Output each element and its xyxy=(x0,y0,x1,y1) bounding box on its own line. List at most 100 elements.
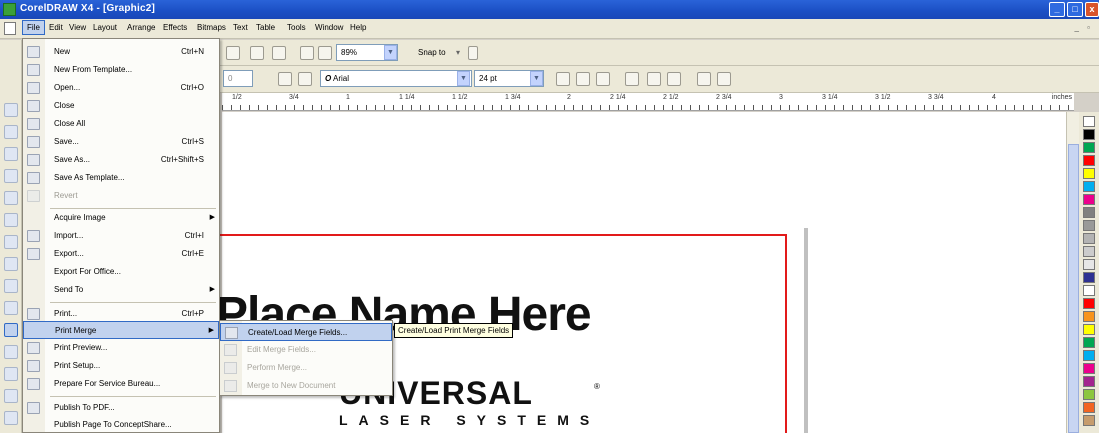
freehand-tool-icon[interactable] xyxy=(4,191,18,205)
text-direction-icon[interactable] xyxy=(717,72,731,86)
menu-item-save-as[interactable]: Save As... Ctrl+Shift+S xyxy=(23,151,219,169)
zoom-tool-icon[interactable] xyxy=(4,169,18,183)
menu-item-prepare-service-bureau[interactable]: Prepare For Service Bureau... xyxy=(23,375,219,393)
maximize-button[interactable]: □ xyxy=(1067,2,1083,17)
laser-systems-logo-text[interactable]: LASER SYSTEMS xyxy=(339,412,600,428)
color-swatch[interactable] xyxy=(1083,246,1095,257)
color-swatch[interactable] xyxy=(1083,311,1095,322)
color-swatch[interactable] xyxy=(1083,181,1095,192)
bullet-list-icon[interactable] xyxy=(647,72,661,86)
menu-item-import[interactable]: Import... Ctrl+I xyxy=(23,227,219,245)
menu-item-print-setup[interactable]: Print Setup... xyxy=(23,357,219,375)
options-icon[interactable] xyxy=(468,46,478,60)
menu-item-send-to[interactable]: Send To ▶ xyxy=(23,281,219,299)
vertical-mirror-icon[interactable] xyxy=(298,72,312,86)
document-icon[interactable] xyxy=(4,22,16,35)
menu-edit[interactable]: Edit xyxy=(49,23,63,32)
menu-item-export-for-office[interactable]: Export For Office... xyxy=(23,263,219,281)
menu-item-publish-conceptshare[interactable]: Publish Page To ConceptShare... xyxy=(23,416,219,433)
color-swatch[interactable] xyxy=(1083,376,1095,387)
menu-view[interactable]: View xyxy=(69,23,86,32)
color-swatch[interactable] xyxy=(1083,233,1095,244)
text-tool-icon[interactable] xyxy=(4,323,18,337)
color-swatch[interactable] xyxy=(1083,142,1095,153)
alignment-icon[interactable] xyxy=(625,72,639,86)
menu-item-new[interactable]: New Ctrl+N xyxy=(23,43,219,61)
ellipse-tool-icon[interactable] xyxy=(4,257,18,271)
application-launcher-icon[interactable] xyxy=(272,46,286,60)
table-tool-icon[interactable] xyxy=(4,345,18,359)
edit-text-icon[interactable] xyxy=(697,72,711,86)
menu-item-print-merge[interactable]: Print Merge ▶ xyxy=(23,321,219,339)
shape-tool-icon[interactable] xyxy=(4,125,18,139)
color-swatch[interactable] xyxy=(1083,298,1095,309)
coreldraw-app-icon[interactable] xyxy=(3,3,16,16)
color-swatch[interactable] xyxy=(1083,194,1095,205)
menu-bitmaps[interactable]: Bitmaps xyxy=(197,23,226,32)
font-dropdown-arrow-icon[interactable]: ▼ xyxy=(457,71,470,86)
menu-item-close[interactable]: Close xyxy=(23,97,219,115)
scrollbar-thumb[interactable] xyxy=(1068,144,1079,433)
color-swatch[interactable] xyxy=(1083,415,1095,426)
color-swatch[interactable] xyxy=(1083,129,1095,140)
color-swatch[interactable] xyxy=(1083,363,1095,374)
color-swatch[interactable] xyxy=(1083,116,1095,127)
eyedropper-tool-icon[interactable] xyxy=(4,389,18,403)
menu-item-save-as-template[interactable]: Save As Template... xyxy=(23,169,219,187)
pick-tool-icon[interactable] xyxy=(4,103,18,117)
menu-item-new-from-template[interactable]: New From Template... xyxy=(23,61,219,79)
rectangle-tool-icon[interactable] xyxy=(4,235,18,249)
font-list-field[interactable]: O Arial xyxy=(320,70,472,87)
menu-item-acquire-image[interactable]: Acquire Image ▶ xyxy=(23,209,219,227)
horizontal-mirror-icon[interactable] xyxy=(278,72,292,86)
font-size-dropdown-arrow-icon[interactable]: ▼ xyxy=(530,71,543,86)
color-swatch[interactable] xyxy=(1083,259,1095,270)
drop-cap-icon[interactable] xyxy=(667,72,681,86)
menu-window[interactable]: Window xyxy=(315,23,343,32)
menu-item-print-preview[interactable]: Print Preview... xyxy=(23,339,219,357)
color-swatch[interactable] xyxy=(1083,272,1095,283)
corel-online-icon[interactable] xyxy=(318,46,332,60)
smart-fill-tool-icon[interactable] xyxy=(4,213,18,227)
basic-shapes-tool-icon[interactable] xyxy=(4,301,18,315)
menu-item-open[interactable]: Open... Ctrl+O xyxy=(23,79,219,97)
dimension-tool-icon[interactable] xyxy=(4,367,18,381)
angle-field[interactable]: 0 xyxy=(223,70,253,87)
menu-item-publish-to-pdf[interactable]: Publish To PDF... xyxy=(23,399,219,417)
color-swatch[interactable] xyxy=(1083,220,1095,231)
color-swatch[interactable] xyxy=(1083,168,1095,179)
bold-icon[interactable] xyxy=(556,72,570,86)
document-window-controls[interactable]: _ ▫ xyxy=(1074,23,1093,32)
italic-icon[interactable] xyxy=(576,72,590,86)
menu-item-create-load-merge-fields[interactable]: Create/Load Merge Fields... xyxy=(220,323,392,341)
color-swatch[interactable] xyxy=(1083,389,1095,400)
menu-layout[interactable]: Layout xyxy=(93,23,117,32)
import-icon[interactable] xyxy=(226,46,240,60)
menu-help[interactable]: Help xyxy=(350,23,366,32)
menu-arrange[interactable]: Arrange xyxy=(127,23,155,32)
color-swatch[interactable] xyxy=(1083,337,1095,348)
minimize-button[interactable]: _ xyxy=(1049,2,1065,17)
color-swatch[interactable] xyxy=(1083,324,1095,335)
menu-text[interactable]: Text xyxy=(233,23,248,32)
menu-tools[interactable]: Tools xyxy=(287,23,306,32)
menu-effects[interactable]: Effects xyxy=(163,23,187,32)
menu-table[interactable]: Table xyxy=(256,23,275,32)
welcome-screen-icon[interactable] xyxy=(300,46,314,60)
color-swatch[interactable] xyxy=(1083,350,1095,361)
zoom-dropdown-arrow-icon[interactable]: ▼ xyxy=(384,45,397,60)
chevron-down-icon[interactable]: ▾ xyxy=(456,48,460,57)
menu-file[interactable]: File xyxy=(22,20,45,35)
color-swatch[interactable] xyxy=(1083,285,1095,296)
color-swatch[interactable] xyxy=(1083,155,1095,166)
crop-tool-icon[interactable] xyxy=(4,147,18,161)
snap-to-button[interactable]: Snap to xyxy=(418,48,446,57)
menu-item-close-all[interactable]: Close All xyxy=(23,115,219,133)
polygon-tool-icon[interactable] xyxy=(4,279,18,293)
color-swatch[interactable] xyxy=(1083,402,1095,413)
horizontal-ruler[interactable]: 1/2 3/4 1 1 1/4 1 1/2 1 3/4 2 2 1/4 2 1/… xyxy=(222,93,1074,111)
color-swatch[interactable] xyxy=(1083,207,1095,218)
export-icon[interactable] xyxy=(250,46,264,60)
underline-icon[interactable] xyxy=(596,72,610,86)
close-button[interactable]: x xyxy=(1085,2,1099,17)
